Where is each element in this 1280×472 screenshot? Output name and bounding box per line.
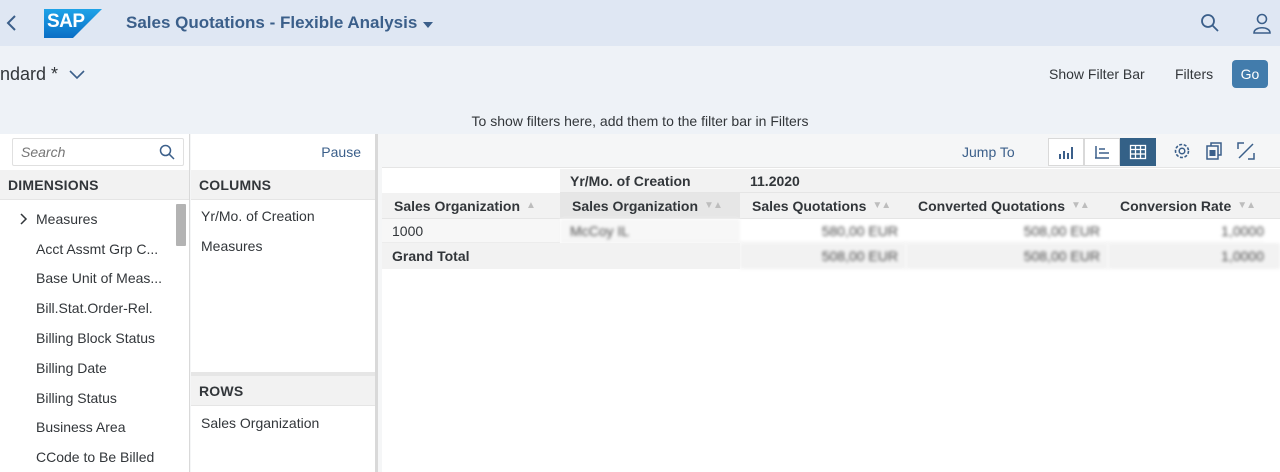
caret-down-icon [423, 21, 434, 28]
sap-logo-text: SAP [47, 11, 85, 32]
sort-icon[interactable]: ▼▲ [1071, 200, 1090, 211]
table-cell: 508,00 EUR [906, 243, 1108, 269]
sort-icon[interactable]: ▼▲ [872, 200, 891, 211]
app-title-menu[interactable]: Sales Quotations - Flexible Analysis [126, 13, 434, 33]
dimension-search [12, 138, 184, 166]
column-header[interactable]: Converted Quotations ▼▲ [906, 193, 1108, 219]
search-icon[interactable] [159, 144, 175, 160]
dimension-label: Bill.Stat.Order-Rel. [36, 300, 153, 317]
columns-heading: COLUMNS [191, 170, 375, 200]
column-header[interactable]: Conversion Rate ▼▲ [1108, 193, 1280, 219]
column-header-label: Sales Organization [572, 197, 699, 214]
column-header-label: Conversion Rate [1120, 197, 1232, 214]
dimension-item[interactable]: Billing Block Status [0, 323, 176, 353]
dimension-label: Acct Assmt Grp C... [36, 240, 159, 257]
row-item[interactable]: Sales Organization [201, 415, 319, 431]
dimension-search-input[interactable] [13, 139, 153, 165]
shell-bar: SAP Sales Quotations - Flexible Analysis [0, 0, 1280, 46]
column-header[interactable]: Sales Quotations ▼▲ [740, 193, 906, 219]
dimension-item[interactable]: Bill.Stat.Order-Rel. [0, 293, 176, 323]
jump-to-button[interactable]: Jump To [962, 144, 1015, 160]
filter-hint: To show filters here, add them to the fi… [471, 113, 809, 129]
table-icon [1129, 144, 1147, 160]
dimension-label: CCode to Be Billed [36, 449, 155, 466]
dimension-item[interactable]: CCode to Be Billed [0, 442, 176, 472]
search-icon[interactable] [1200, 13, 1220, 33]
column-header[interactable]: Sales Organization ▲ [382, 193, 560, 219]
pivot-area: Jump To Yr/Mo. of Creation 11.2020 Sales… [382, 134, 1280, 472]
grand-total-label: Grand Total [382, 243, 560, 269]
dimension-item[interactable]: Billing Date [0, 353, 176, 383]
go-button[interactable]: Go [1232, 60, 1268, 88]
bar-chart-icon [1059, 147, 1073, 159]
column-header-label: Sales Organization [394, 197, 521, 214]
show-filter-bar-button[interactable]: Show Filter Bar [1049, 66, 1145, 82]
export-icon[interactable] [1204, 141, 1224, 161]
back-icon[interactable] [4, 12, 20, 34]
chevron-down-icon [69, 69, 85, 79]
pause-button[interactable]: Pause [321, 144, 361, 160]
chart-table-view-button[interactable] [1084, 138, 1120, 166]
column-header-label: Converted Quotations [918, 197, 1066, 214]
pivot-toolbar: Jump To [382, 134, 1280, 168]
dimension-label: Base Unit of Meas... [36, 270, 163, 287]
page-header: ndard * Show Filter Bar Filters Go To sh… [0, 46, 1280, 134]
table-cell: 580,00 EUR [740, 219, 906, 243]
dimension-item[interactable]: Base Unit of Meas... [0, 264, 176, 294]
sort-icon[interactable]: ▼▲ [704, 200, 723, 211]
chevron-right-icon[interactable] [20, 213, 28, 225]
settings-icon[interactable] [1172, 141, 1192, 161]
app-title: Sales Quotations - Flexible Analysis [126, 13, 418, 32]
filters-button[interactable]: Filters [1175, 66, 1213, 82]
user-icon[interactable] [1252, 12, 1272, 34]
chart-table-icon [1095, 146, 1109, 159]
dimension-item[interactable]: Acct Assmt Grp C... [0, 234, 176, 264]
column-dimension-label: Yr/Mo. of Creation [560, 169, 740, 193]
sort-icon[interactable]: ▲ [526, 200, 536, 211]
dimension-scrollbar[interactable] [176, 204, 186, 246]
table-cell: 508,00 EUR [740, 243, 906, 269]
sort-icon[interactable]: ▼▲ [1237, 200, 1256, 211]
dimension-item[interactable]: Business Area [0, 413, 176, 443]
dimension-label: Billing Block Status [36, 330, 156, 347]
row-header-cell[interactable]: 1000 [382, 219, 560, 243]
rows-heading: ROWS [191, 376, 375, 406]
dimension-label: Billing Status [36, 389, 117, 406]
variant-name: ndard * [0, 64, 59, 84]
dimension-list: Measures Acct Assmt Grp C... Base Unit o… [0, 204, 176, 472]
column-dimension-value: 11.2020 [740, 169, 1280, 193]
dimensions-heading: DIMENSIONS [0, 170, 189, 200]
column-header-label: Sales Quotations [752, 197, 867, 214]
dimension-label: Business Area [36, 419, 126, 436]
table-cell: 1,0000 [1108, 219, 1264, 243]
column-item[interactable]: Measures [201, 238, 262, 254]
table-view-button[interactable] [1120, 138, 1156, 166]
variant-selector[interactable]: ndard * [0, 64, 86, 85]
table-cell: 1,0000 [1108, 243, 1280, 269]
table-cell: 508,00 EUR [906, 219, 1108, 243]
chart-view-button[interactable] [1048, 138, 1084, 166]
layout-panel: Pause COLUMNS Yr/Mo. of Creation Measure… [191, 134, 378, 472]
dimension-item-measures[interactable]: Measures [0, 204, 176, 234]
dimension-label: Measures [36, 210, 98, 227]
fullscreen-icon[interactable] [1236, 141, 1256, 161]
column-item[interactable]: Yr/Mo. of Creation [201, 208, 315, 224]
column-header[interactable]: Sales Organization ▼▲ [560, 193, 740, 219]
dimension-item[interactable]: Billing Status [0, 383, 176, 413]
dimensions-panel: DIMENSIONS Measures Acct Assmt Grp C... … [0, 134, 190, 472]
row-header-cell[interactable]: McCoy IL [560, 219, 740, 243]
dimension-label: Billing Date [36, 359, 107, 376]
table-cell [560, 243, 740, 269]
